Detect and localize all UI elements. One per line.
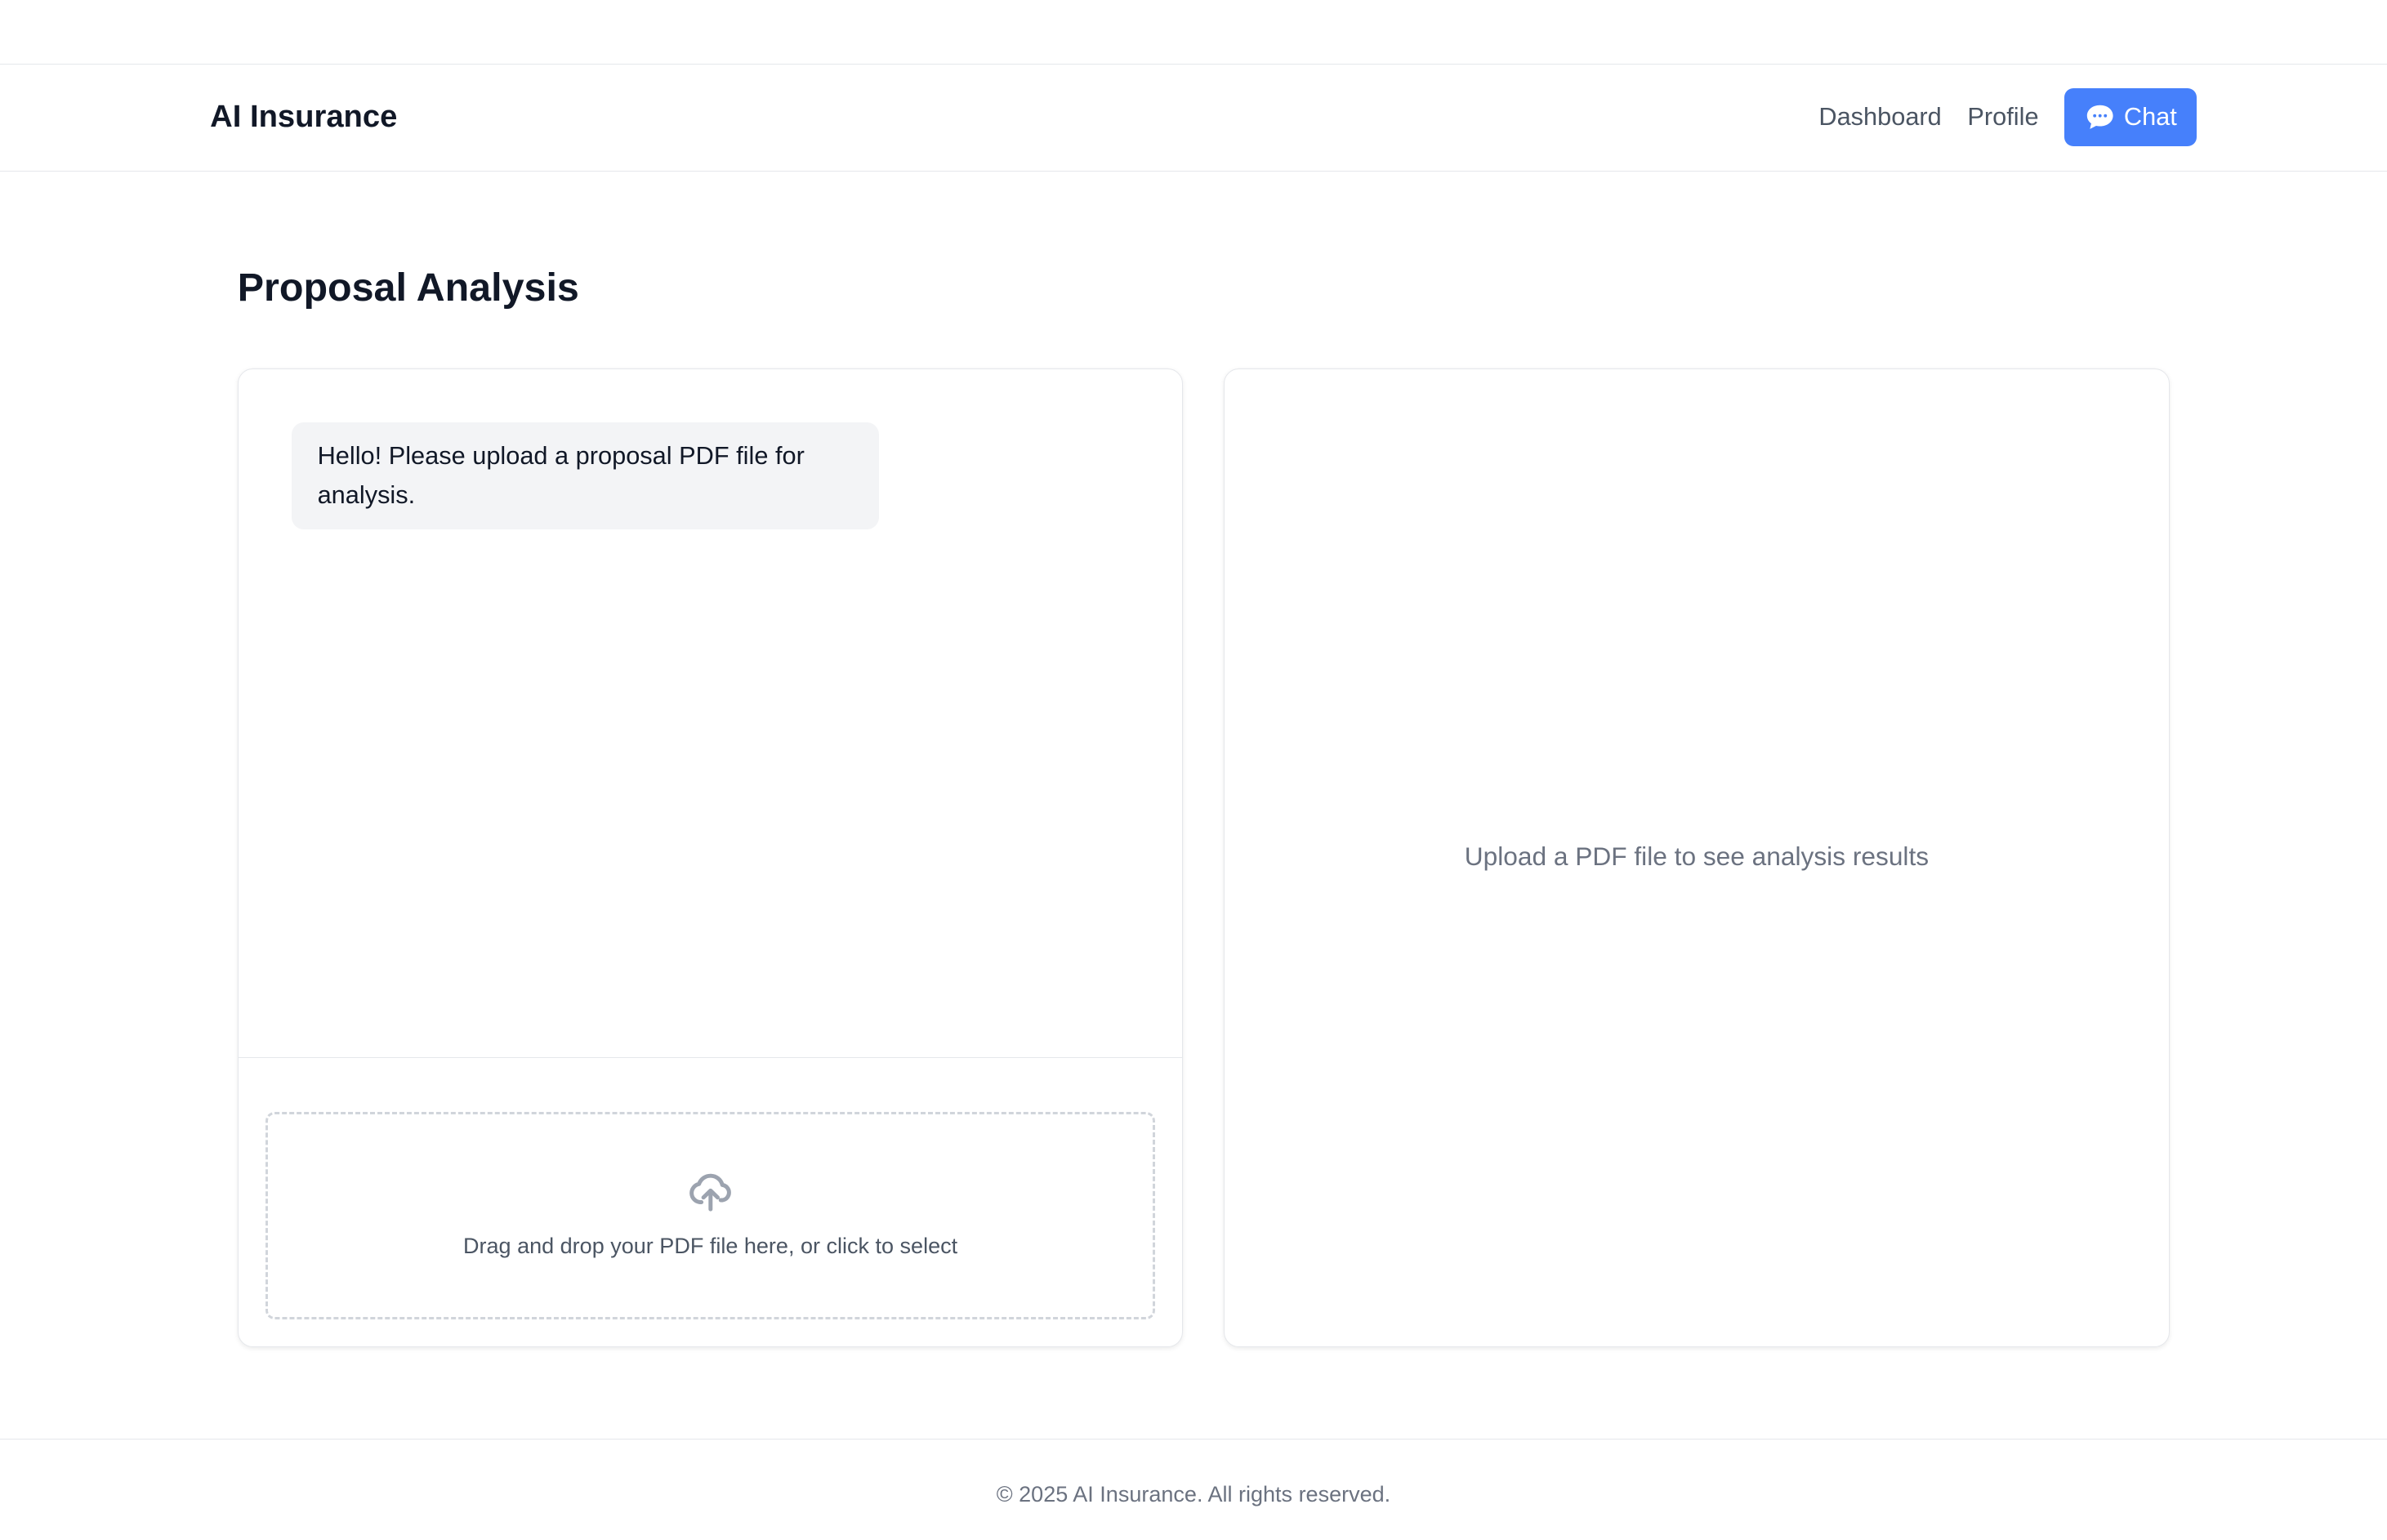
chat-bubble-icon xyxy=(2087,105,2113,129)
footer: © 2025 AI Insurance. All rights reserved… xyxy=(0,1439,2387,1540)
chat-panel: Hello! Please upload a proposal PDF file… xyxy=(237,368,1184,1348)
app-root: AI Insurance Dashboard Profile Chat Prop… xyxy=(0,0,2387,1539)
results-panel: Upload a PDF file to see analysis result… xyxy=(1224,368,2170,1348)
chat-button[interactable]: Chat xyxy=(2064,88,2197,146)
results-placeholder: Upload a PDF file to see analysis result… xyxy=(1464,841,1930,871)
cloud-upload-icon xyxy=(689,1173,731,1212)
panel-divider xyxy=(238,1057,1183,1058)
page-title: Proposal Analysis xyxy=(237,266,579,310)
main-nav: Dashboard Profile Chat xyxy=(1818,88,2197,146)
assistant-message: Hello! Please upload a proposal PDF file… xyxy=(291,422,880,529)
top-divider xyxy=(0,64,2387,65)
logo[interactable]: AI Insurance xyxy=(210,99,397,135)
chat-button-label: Chat xyxy=(2123,102,2177,132)
nav-profile[interactable]: Profile xyxy=(1967,102,2038,132)
nav-dashboard[interactable]: Dashboard xyxy=(1818,102,1941,132)
copyright: © 2025 AI Insurance. All rights reserved… xyxy=(996,1482,1391,1507)
pdf-dropzone[interactable]: Drag and drop your PDF file here, or cli… xyxy=(265,1112,1155,1320)
dropzone-label: Drag and drop your PDF file here, or cli… xyxy=(463,1234,958,1259)
header: AI Insurance Dashboard Profile Chat xyxy=(0,65,2387,172)
